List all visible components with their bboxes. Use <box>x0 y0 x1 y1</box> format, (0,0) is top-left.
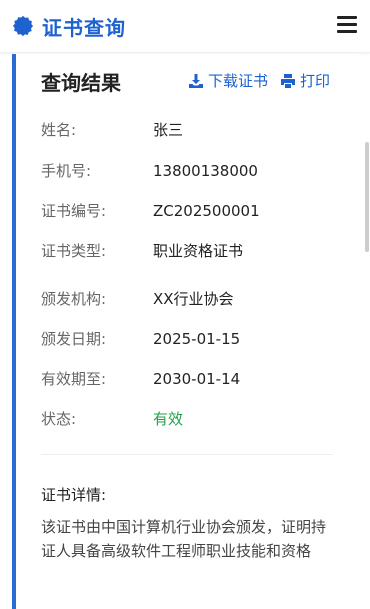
hamburger-menu-icon[interactable] <box>337 16 357 34</box>
result-actions: 下载证书 打印 <box>188 70 330 91</box>
gear-badge-icon <box>12 15 34 37</box>
brand[interactable]: 证书查询 <box>12 12 126 40</box>
scrollbar[interactable] <box>365 142 369 252</box>
detail-text: 该证书由中国计算机行业协会颁发，证明持证人具备高级软件工程师职业技能和资格 <box>41 518 327 560</box>
top-navbar: 证书查询 <box>0 0 370 53</box>
download-icon <box>189 73 203 88</box>
result-card: 查询结果 下载证书 打印 姓名: 张三 手机号: 13800138000 证书编… <box>12 54 358 609</box>
print-icon <box>281 73 296 88</box>
download-certificate-button[interactable]: 下载证书 <box>188 70 268 91</box>
print-label: 打印 <box>300 72 331 90</box>
app-title: 证书查询 <box>42 15 126 40</box>
detail-label: 证书详情: <box>41 486 107 504</box>
download-label: 下载证书 <box>208 72 269 90</box>
print-button[interactable]: 打印 <box>280 70 330 91</box>
status-badge: 有效 <box>153 410 184 428</box>
divider <box>41 454 333 455</box>
result-title: 查询结果 <box>41 71 121 95</box>
